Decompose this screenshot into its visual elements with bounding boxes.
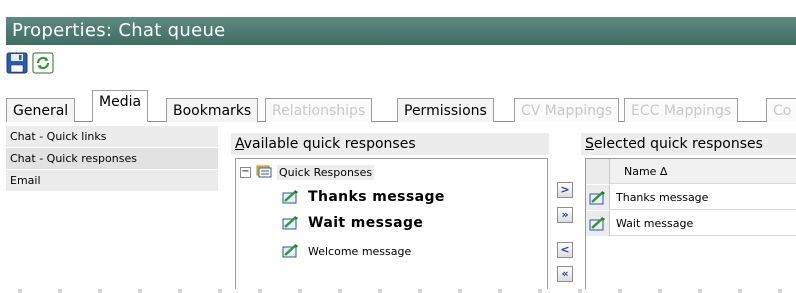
table-row[interactable]: Thanks message	[586, 185, 796, 210]
tab-general[interactable]: General	[6, 98, 76, 122]
selected-responses-grid[interactable]: Name ∆ Thanks message Wait message	[585, 158, 796, 293]
quick-response-icon	[589, 217, 605, 231]
tree-root-row[interactable]: − Quick Responses	[240, 164, 375, 180]
tree-item[interactable]: Welcome message	[282, 243, 411, 259]
grid-header-row: Name ∆	[586, 159, 796, 184]
toolbar	[6, 50, 796, 76]
tree-item-label: Thanks message	[308, 189, 445, 205]
tab-strip: General Media Bookmarks Relationships Pe…	[6, 90, 796, 122]
name-cell: Thanks message	[616, 191, 709, 204]
available-title-access-key: A	[235, 136, 244, 152]
remove-selected-button[interactable]: <	[557, 242, 573, 258]
tree-item-label: Wait message	[308, 215, 424, 231]
row-header-gutter	[586, 159, 610, 184]
refresh-icon	[32, 52, 54, 74]
bottom-edge-divider	[0, 289, 796, 293]
name-cell: Wait message	[616, 217, 694, 230]
media-sidebar: Chat - Quick links Chat - Quick response…	[6, 126, 218, 293]
available-title-text: vailable quick responses	[243, 136, 416, 152]
selected-title-text: elected quick responses	[593, 136, 763, 152]
selected-title-access-key: S	[585, 136, 594, 152]
add-all-button[interactable]: »	[557, 207, 573, 223]
sidebar-item-chat-quick-links[interactable]: Chat - Quick links	[6, 126, 218, 148]
tab-cv-mappings: CV Mappings	[514, 98, 620, 122]
add-selected-button[interactable]: >	[557, 182, 573, 198]
tab-media[interactable]: Media	[92, 90, 149, 122]
quick-response-icon	[282, 216, 298, 230]
folder-stack-icon	[256, 165, 272, 178]
tab-bookmarks[interactable]: Bookmarks	[166, 98, 259, 122]
tab-co: Co	[766, 98, 796, 122]
row-header-gutter	[586, 185, 610, 210]
selected-responses-title: Selected quick responses	[581, 133, 796, 155]
row-header-gutter	[586, 211, 610, 236]
tree-root-label: Quick Responses	[277, 164, 375, 180]
available-responses-tree[interactable]: − Quick Responses Thanks message Wait me…	[235, 158, 548, 293]
save-button[interactable]	[6, 52, 28, 74]
remove-all-button[interactable]: «	[557, 266, 573, 282]
table-row[interactable]: Wait message	[586, 211, 796, 236]
floppy-disk-icon	[6, 52, 28, 74]
properties-window: Properties: Chat queue General Media Boo…	[0, 0, 796, 293]
tab-ecc-mappings: ECC Mappings	[624, 98, 739, 122]
quick-response-icon	[282, 244, 298, 258]
quick-response-icon	[282, 190, 298, 204]
quick-response-icon	[589, 191, 605, 205]
available-responses-title: Available quick responses	[231, 133, 549, 155]
window-title: Properties: Chat queue	[6, 17, 796, 45]
sidebar-item-email[interactable]: Email	[6, 170, 218, 192]
tree-item[interactable]: Thanks message	[282, 189, 445, 205]
collapse-toggle[interactable]: −	[240, 166, 251, 178]
tab-permissions[interactable]: Permissions	[397, 98, 494, 122]
tree-item[interactable]: Wait message	[282, 215, 423, 231]
tree-item-label: Welcome message	[308, 244, 412, 258]
tab-relationships: Relationships	[265, 98, 373, 122]
sidebar-item-chat-quick-responses[interactable]: Chat - Quick responses	[6, 148, 218, 170]
name-column-header[interactable]: Name ∆	[624, 159, 667, 184]
refresh-button[interactable]	[32, 52, 54, 74]
